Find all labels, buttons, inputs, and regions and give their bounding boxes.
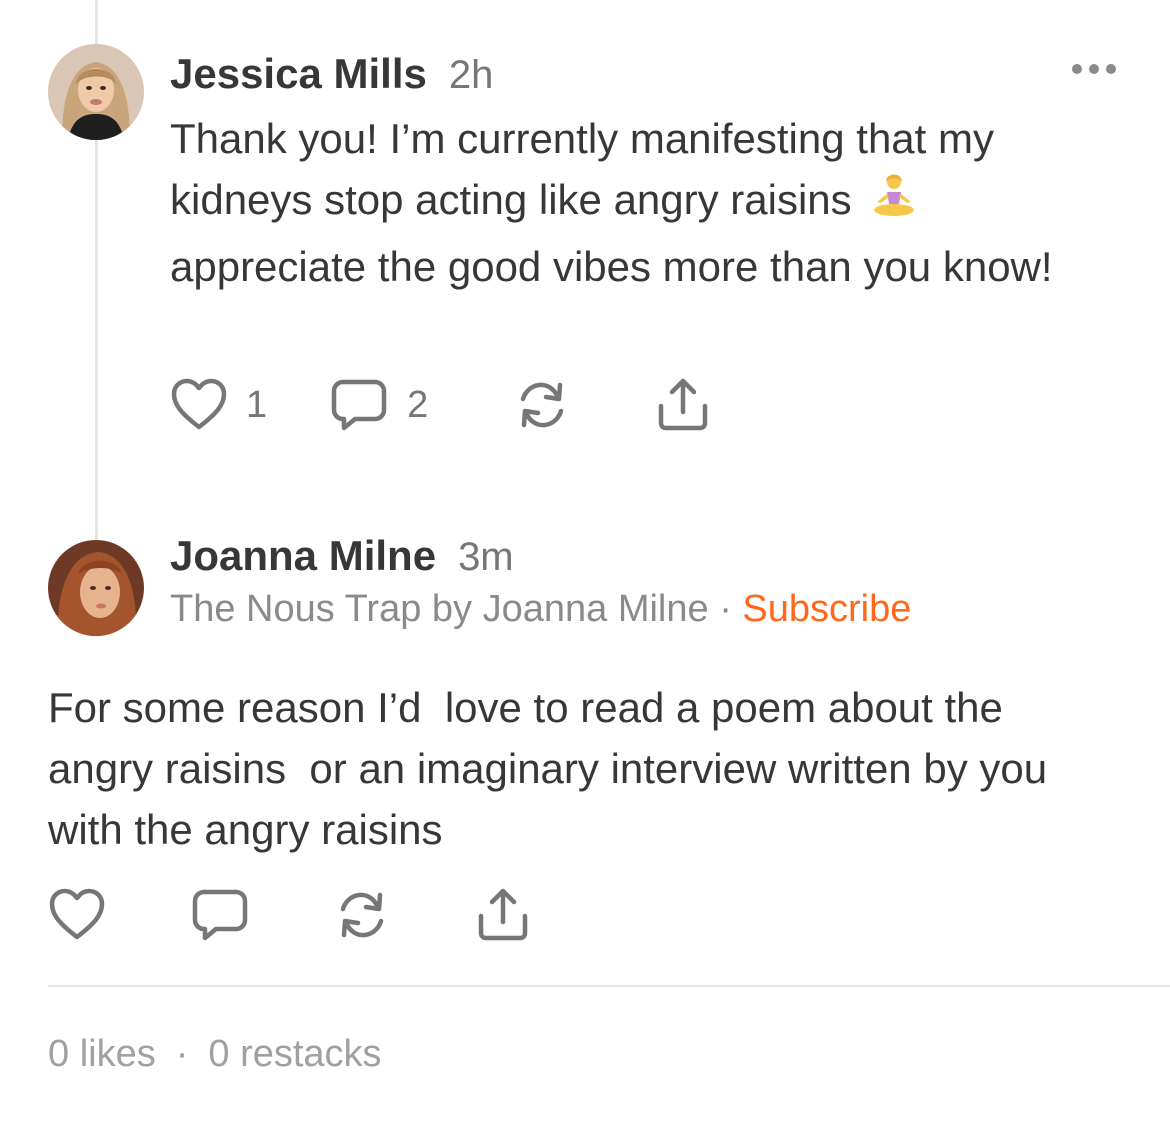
publication-name[interactable]: The Nous Trap by Joanna Milne <box>170 588 709 630</box>
author-name[interactable]: Jessica Mills <box>170 50 427 98</box>
comment-count: 2 <box>407 383 429 426</box>
timestamp: 3m <box>458 535 514 579</box>
restacks-count[interactable]: 0 restacks <box>208 1033 381 1075</box>
share-button[interactable] <box>474 886 532 944</box>
avatar-image <box>48 44 144 140</box>
restack-button[interactable] <box>512 376 572 434</box>
like-button[interactable] <box>48 887 106 943</box>
comment-header: Joanna Milne 3m <box>170 532 514 580</box>
comment-header: Jessica Mills 2h <box>170 50 493 98</box>
post-stats: 0 likes · 0 restacks <box>48 1033 382 1076</box>
comment-text: For some reason I’d love to read a poem … <box>48 684 1071 853</box>
likes-count[interactable]: 0 likes <box>48 1033 156 1075</box>
comment-text-part2: appreciate the good vibes more than you … <box>170 243 1053 290</box>
share-icon <box>659 378 708 431</box>
divider <box>48 985 1170 987</box>
comment-actions <box>48 886 532 944</box>
author-name[interactable]: Joanna Milne <box>170 532 436 580</box>
comment-button[interactable]: 2 <box>329 376 428 434</box>
like-count: 1 <box>246 383 268 426</box>
publication-line: The Nous Trap by Joanna Milne · Subscrib… <box>170 588 911 631</box>
subscribe-link[interactable]: Subscribe <box>742 588 911 630</box>
restack-icon <box>340 892 384 938</box>
woman-in-lotus-position-icon <box>869 170 919 236</box>
separator-dot: · <box>719 588 732 630</box>
restack-icon <box>521 382 564 428</box>
heart-icon <box>171 378 227 430</box>
comment-button[interactable] <box>190 886 250 944</box>
share-icon <box>478 888 528 941</box>
avatar-joanna-milne[interactable] <box>48 540 144 636</box>
comment-actions: 1 2 <box>170 376 712 434</box>
comment-body: For some reason I’d love to read a poem … <box>48 677 1118 860</box>
avatar-jessica-mills[interactable] <box>48 44 144 140</box>
separator-dot: · <box>175 1033 189 1075</box>
more-options-icon[interactable] <box>1072 64 1116 74</box>
timestamp: 2h <box>448 53 494 97</box>
comment-bubble-icon <box>192 889 248 941</box>
avatar-image <box>48 540 144 636</box>
comment-bubble-icon <box>331 379 387 431</box>
heart-icon <box>49 888 105 940</box>
restack-button[interactable] <box>332 886 392 944</box>
share-button[interactable] <box>654 376 712 434</box>
comment-body: Thank you! I’m currently manifesting tha… <box>170 108 1110 297</box>
like-button[interactable]: 1 <box>170 377 267 433</box>
